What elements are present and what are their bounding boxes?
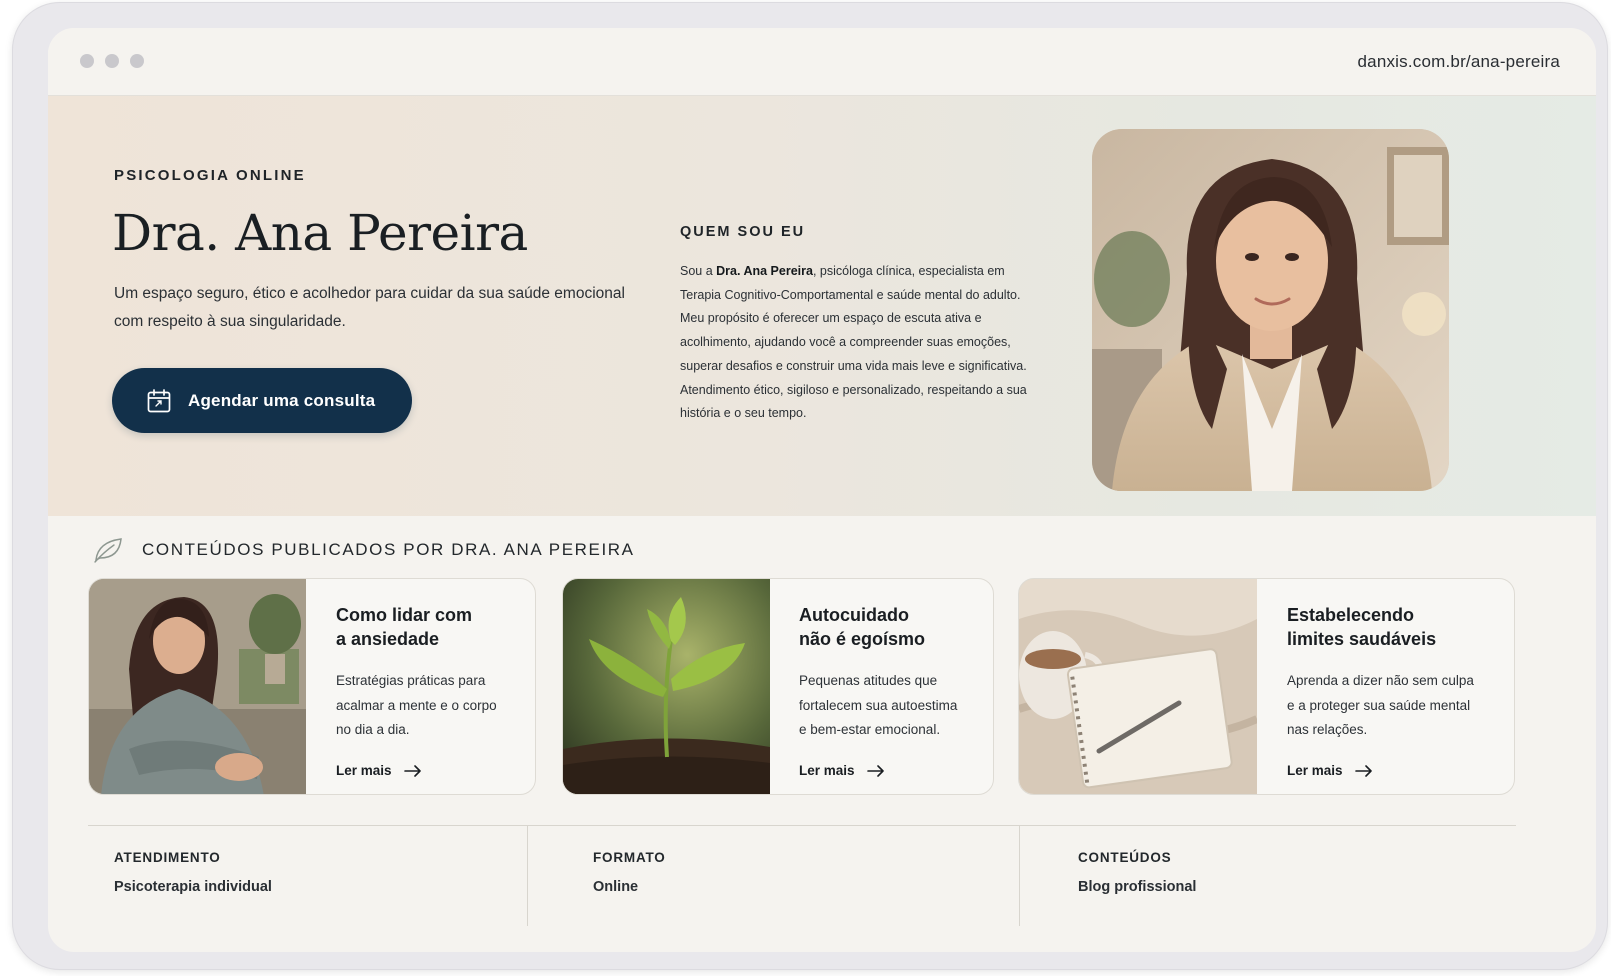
article-title: Como lidar com a ansiedade: [336, 605, 473, 649]
schedule-appointment-label: Agendar uma consulta: [188, 390, 376, 410]
article-card-selfcare[interactable]: Autocuidado não é egoísmo Pequenas atitu…: [562, 578, 994, 795]
calendar-icon: [147, 388, 171, 412]
about-heading: QUEM SOU EU: [680, 224, 806, 240]
read-more-link[interactable]: Ler mais: [1287, 763, 1373, 778]
read-more-label: Ler mais: [336, 763, 392, 778]
article-card-boundaries[interactable]: Estabelecendo limites saudáveis Aprenda …: [1018, 578, 1515, 795]
about-closing: Atendimento ético, sigiloso e personaliz…: [680, 382, 1027, 421]
contents-header: CONTEÚDOS PUBLICADOS POR DRA. ANA PEREIR…: [92, 534, 635, 566]
notebook-coffee-illustration: [1019, 579, 1259, 794]
address-url[interactable]: danxis.com.br/ana-pereira: [1358, 52, 1560, 72]
device-frame: danxis.com.br/ana-pereira PSICOLOGIA ONL…: [12, 2, 1608, 970]
article-body: Estabelecendo limites saudáveis Aprenda …: [1287, 579, 1507, 794]
info-value: Blog profissional: [1078, 879, 1197, 895]
article-excerpt: Estratégias práticas para acalmar a ment…: [336, 673, 497, 737]
read-more-link[interactable]: Ler mais: [799, 763, 885, 778]
window-close-dot[interactable]: [80, 54, 94, 68]
info-value: Psicoterapia individual: [114, 879, 272, 895]
about-intro-name: Dra. Ana Pereira: [716, 264, 813, 278]
info-label: FORMATO: [593, 850, 666, 865]
article-card-anxiety[interactable]: Como lidar com a ansiedade Estratégias p…: [88, 578, 536, 795]
hero-section: PSICOLOGIA ONLINE Dra. Ana Pereira Um es…: [48, 96, 1596, 516]
info-format: FORMATO Online: [528, 826, 1019, 952]
read-more-link[interactable]: Ler mais: [336, 763, 422, 778]
info-value: Online: [593, 879, 639, 895]
page-title: Dra. Ana Pereira: [112, 204, 528, 262]
info-label: ATENDIMENTO: [114, 850, 221, 865]
about-text: Sou a Dra. Ana Pereira, psicóloga clínic…: [680, 260, 1030, 426]
article-body: Autocuidado não é egoísmo Pequenas atitu…: [799, 579, 984, 794]
arrow-right-icon: [403, 764, 421, 777]
window-minimize-dot[interactable]: [105, 54, 119, 68]
info-label: CONTEÚDOS: [1078, 850, 1172, 865]
article-body: Como lidar com a ansiedade Estratégias p…: [336, 579, 526, 794]
article-title: Estabelecendo limites saudáveis: [1287, 605, 1437, 649]
arrow-right-icon: [866, 764, 884, 777]
arrow-right-icon: [1354, 764, 1372, 777]
profile-photo: [1092, 129, 1449, 491]
read-more-label: Ler mais: [799, 763, 855, 778]
hero-eyebrow: PSICOLOGIA ONLINE: [114, 167, 306, 184]
browser-window: danxis.com.br/ana-pereira PSICOLOGIA ONL…: [48, 28, 1596, 952]
sprout-illustration: [563, 579, 770, 794]
profile-photo-illustration: [1092, 129, 1449, 491]
article-image-notebook: [1019, 579, 1259, 794]
article-image-sprout: [563, 579, 770, 794]
about-intro-rest: , psicóloga clínica, especialista em Ter…: [680, 264, 1027, 373]
schedule-appointment-button[interactable]: Agendar uma consulta: [112, 368, 412, 433]
article-image-meditation: [89, 579, 306, 794]
about-intro-start: Sou a: [680, 264, 717, 278]
info-contents: CONTEÚDOS Blog profissional: [1020, 826, 1516, 952]
info-attendance: ATENDIMENTO Psicoterapia individual: [88, 826, 527, 952]
hero-tagline: Um espaço seguro, ético e acolhedor para…: [114, 285, 625, 330]
about-intro: Sou a Dra. Ana Pereira, psicóloga clínic…: [680, 260, 1030, 379]
article-excerpt: Pequenas atitudes que fortalecem sua aut…: [799, 673, 958, 737]
browser-titlebar: danxis.com.br/ana-pereira: [48, 28, 1596, 96]
contents-title: CONTEÚDOS PUBLICADOS POR DRA. ANA PEREIR…: [142, 540, 635, 559]
meditating-woman-illustration: [89, 579, 306, 794]
info-bar: ATENDIMENTO Psicoterapia individual FORM…: [88, 825, 1516, 952]
article-excerpt: Aprenda a dizer não sem culpa e a proteg…: [1287, 673, 1474, 737]
window-zoom-dot[interactable]: [130, 54, 144, 68]
article-title: Autocuidado não é egoísmo: [799, 605, 926, 649]
read-more-label: Ler mais: [1287, 763, 1343, 778]
leaf-icon: [94, 538, 122, 563]
